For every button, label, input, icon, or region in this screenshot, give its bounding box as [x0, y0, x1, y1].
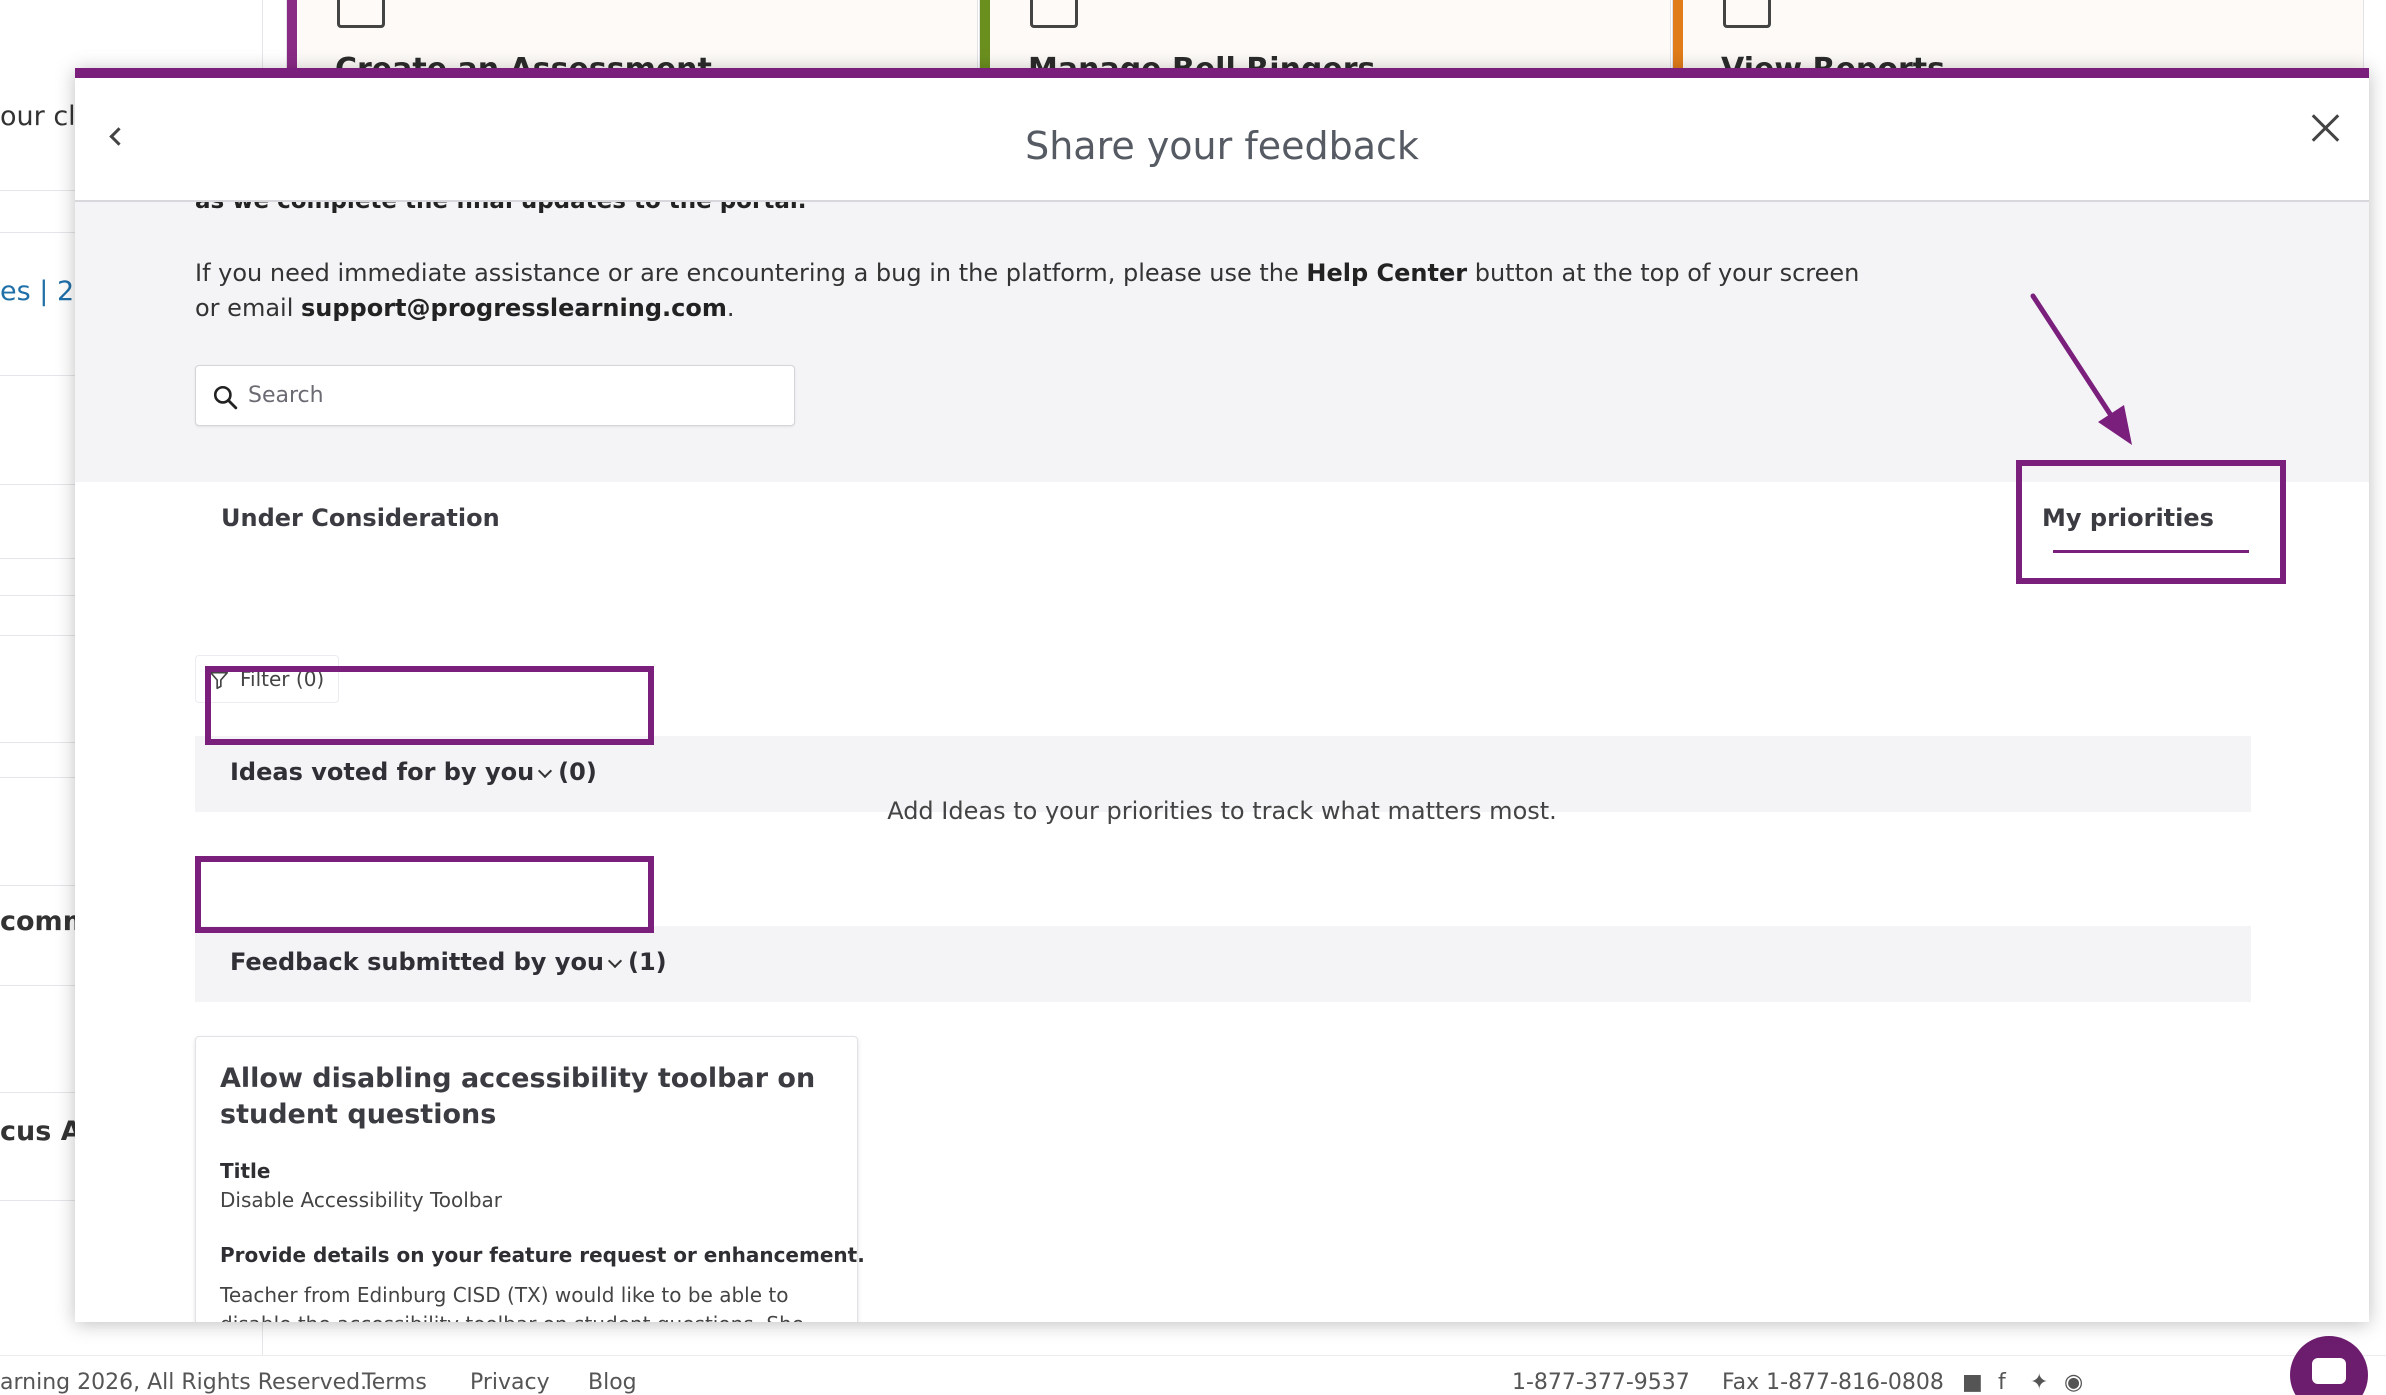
submitted-idea-card[interactable]: Allow disabling accessibility toolbar on… [195, 1036, 865, 1322]
tab-under-consideration[interactable]: Under Consideration [221, 504, 500, 532]
bg-card-bell-ringers[interactable]: Manage Bell Ringers [979, 0, 1671, 87]
bell-ringer-icon [1030, 0, 1078, 28]
card-accent-bar [1673, 0, 1683, 77]
filter-label: Filter (0) [240, 667, 325, 691]
chevron-down-icon [538, 763, 553, 779]
group-label: Ideas voted for by you [230, 758, 535, 786]
tabs-bar: Under Consideration My priorities [75, 482, 2369, 554]
linkedin-icon[interactable]: ■ [1962, 1370, 1983, 1395]
assessment-icon [337, 0, 385, 28]
bg-card-create-assessment[interactable]: Create an Assessment [286, 0, 978, 87]
filter-icon [209, 671, 229, 690]
modal-title: Share your feedback [1025, 124, 1419, 168]
active-tab-indicator [2053, 550, 2249, 553]
chevron-down-icon [607, 953, 623, 969]
footer-link-privacy[interactable]: Privacy [470, 1370, 550, 1395]
empty-priorities-message: Add Ideas to your priorities to track wh… [887, 797, 1557, 825]
facebook-icon[interactable]: f [1998, 1370, 2006, 1395]
footer-phone: 1-877-377-9537 [1512, 1370, 1690, 1395]
idea-title-label: Title [220, 1159, 271, 1183]
search-box [195, 365, 795, 426]
close-button[interactable] [2305, 108, 2345, 148]
footer-link-terms[interactable]: Terms [362, 1370, 427, 1395]
twitter-icon[interactable]: ✦ [2030, 1370, 2048, 1395]
card-accent-bar [980, 0, 990, 77]
card-accent-bar [287, 0, 297, 77]
group-count: (0) [558, 758, 597, 786]
modal-header: Share your feedback [75, 78, 2369, 202]
help-center-text: Help Center [1306, 259, 1468, 287]
reports-icon [1723, 0, 1771, 28]
page-footer: arning 2026, All Rights Reserved. Terms … [0, 1355, 2386, 1395]
help-text: If you need immediate assistance or are … [195, 259, 1307, 287]
group-count: (1) [628, 948, 667, 976]
group-label: Feedback submitted by you [230, 948, 605, 976]
support-email: support@progresslearning.com [301, 294, 727, 322]
help-paragraph: If you need immediate assistance or are … [195, 256, 1875, 326]
search-input[interactable] [248, 366, 778, 425]
footer-copyright: arning 2026, All Rights Reserved. [0, 1370, 368, 1395]
idea-details-value: Teacher from Edinburg CISD (TX) would li… [220, 1283, 823, 1322]
group-toggle-submitted[interactable]: Feedback submitted by you (1) [230, 948, 667, 976]
bg-card-view-reports[interactable]: View Reports [1672, 0, 2364, 87]
instagram-icon[interactable]: ◉ [2064, 1370, 2083, 1395]
chat-support-button[interactable] [2290, 1336, 2368, 1395]
feedback-modal: as we complete the final updates to the … [75, 68, 2369, 1322]
tab-my-priorities[interactable]: My priorities [2042, 504, 2214, 532]
search-icon [213, 385, 238, 410]
idea-heading: Allow disabling accessibility toolbar on… [220, 1063, 816, 1130]
footer-link-blog[interactable]: Blog [588, 1370, 637, 1395]
tab-content: Filter (0) Ideas voted for by you (0) Add… [75, 554, 2369, 1322]
filter-button[interactable]: Filter (0) [195, 655, 340, 703]
group-toggle-voted[interactable]: Ideas voted for by you (0) [230, 758, 597, 786]
group-header-submitted: Feedback submitted by you (1) [195, 926, 2251, 1002]
idea-details-label: Provide details on your feature request … [220, 1243, 865, 1267]
modal-accent-bar [75, 68, 2369, 78]
idea-title-value: Disable Accessibility Toolbar [220, 1188, 502, 1212]
footer-fax: Fax 1-877-816-0808 [1722, 1370, 1944, 1395]
help-text: . [726, 294, 735, 322]
